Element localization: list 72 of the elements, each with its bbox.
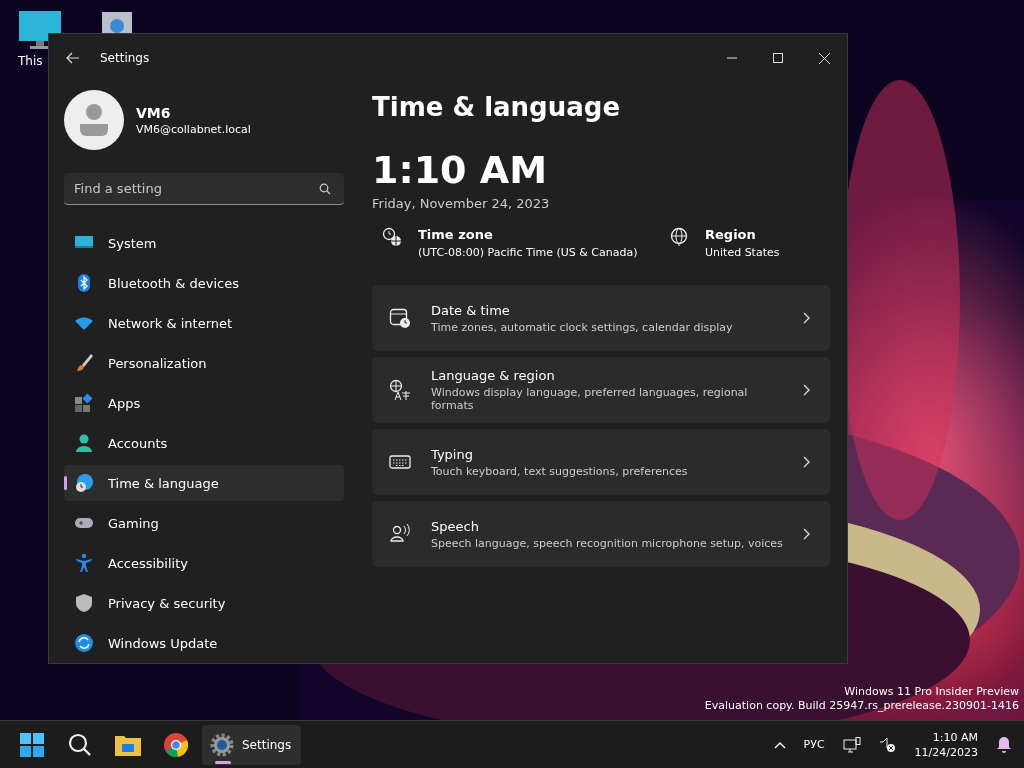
chevron-right-icon (802, 312, 810, 324)
sidebar-item[interactable]: Windows Update (64, 625, 344, 661)
current-time: 1:10 AM (372, 148, 548, 192)
card-title: Speech (431, 518, 480, 534)
close-icon[interactable] (819, 52, 830, 64)
windows-logo-icon (20, 732, 44, 757)
globe-clock-icon (74, 473, 94, 493)
settings-card[interactable]: Language & region Windows display language, preferred languages, regional formats (372, 357, 830, 423)
card-description: Time zones, automatic clock settings, calendar display (431, 320, 734, 334)
network-icon[interactable] (842, 736, 861, 753)
recycle-bin-icon[interactable] (99, 10, 135, 34)
current-date: Friday, November 24, 2023 (372, 196, 551, 211)
bell-icon[interactable] (996, 736, 1012, 753)
accessibility-icon (74, 553, 94, 573)
sidebar-item[interactable]: Privacy & security (64, 585, 344, 621)
desktop-icon-label[interactable]: This (18, 54, 43, 68)
card-title: Language & region (431, 368, 556, 383)
info-label: Region (705, 227, 757, 242)
settings-card[interactable]: Date & time Time zones, automatic clock settings, calendar display (372, 285, 830, 351)
sidebar-item[interactable]: Gaming (64, 505, 344, 541)
maximize-icon[interactable] (773, 53, 783, 63)
watermark-text: Windows 11 Pro Insider Preview (844, 685, 1019, 698)
monitor-icon[interactable] (18, 10, 62, 50)
page-title: Time & language (372, 92, 622, 122)
search-icon (68, 732, 92, 757)
watermark-text: Evaluation copy. Build 25947.rs_prerelease.230901-1416 (704, 699, 1019, 712)
settings-card[interactable]: Speech Speech language, speech recognition microphone setup, voices (372, 501, 830, 567)
sidebar-item[interactable]: System (64, 225, 344, 261)
clock-globe-icon (382, 227, 402, 247)
chevron-right-icon (802, 384, 810, 396)
card-title: Date & time (431, 302, 511, 318)
sidebar-item[interactable]: Time & language (64, 465, 344, 501)
gear-icon (210, 732, 234, 757)
sidebar-item[interactable]: Personalization (64, 345, 344, 381)
sidebar-item[interactable]: Apps (64, 385, 344, 421)
chrome-icon (164, 732, 188, 757)
user-email: VM6@collabnet.local (136, 122, 251, 136)
chevron-right-icon (802, 528, 810, 540)
info-label: Time zone (418, 227, 494, 242)
sidebar-item[interactable]: Accounts (64, 425, 344, 461)
language-indicator[interactable]: РУС (803, 738, 825, 751)
person-icon (74, 433, 94, 453)
settings-card[interactable]: Typing Touch keyboard, text suggestions, preferences (372, 429, 830, 495)
user-name: VM6 (136, 104, 172, 121)
speech-icon (389, 523, 411, 545)
card-title: Typing (431, 446, 474, 462)
sync-icon (74, 633, 94, 653)
search-icon (319, 183, 331, 195)
shield-icon (74, 593, 94, 613)
avatar (64, 90, 124, 150)
chevron-right-icon (802, 456, 810, 468)
taskbar-clock[interactable]: 1:10 AM 11/24/2023 (914, 729, 978, 760)
window-title: Settings (100, 51, 150, 65)
sidebar-item[interactable]: Bluetooth & devices (64, 265, 344, 301)
info-value: United States (705, 246, 780, 259)
card-description: Speech language, speech recognition microphone setup, voices (431, 536, 783, 550)
info-value: (UTC-08:00) Pacific Time (US & Canada) (418, 246, 638, 259)
sidebar-item[interactable]: Accessibility (64, 545, 344, 581)
chevron-up-icon[interactable] (773, 740, 786, 749)
muted-speaker-icon[interactable] (878, 736, 897, 753)
card-description: Windows display language, preferred languages, regional formats (431, 386, 749, 412)
card-description: Touch keyboard, text suggestions, preferences (431, 464, 689, 478)
search-field[interactable]: Find a setting (64, 173, 344, 205)
globe-icon (669, 227, 689, 247)
calendar-clock-icon (389, 307, 411, 329)
back-icon[interactable] (66, 52, 80, 64)
apps-icon (74, 393, 94, 413)
brush-icon (74, 353, 94, 373)
settings-button[interactable]: Settings (202, 724, 302, 765)
sidebar-item[interactable]: Network & internet (64, 305, 344, 341)
language-icon (389, 379, 411, 401)
folder-icon (115, 733, 141, 756)
